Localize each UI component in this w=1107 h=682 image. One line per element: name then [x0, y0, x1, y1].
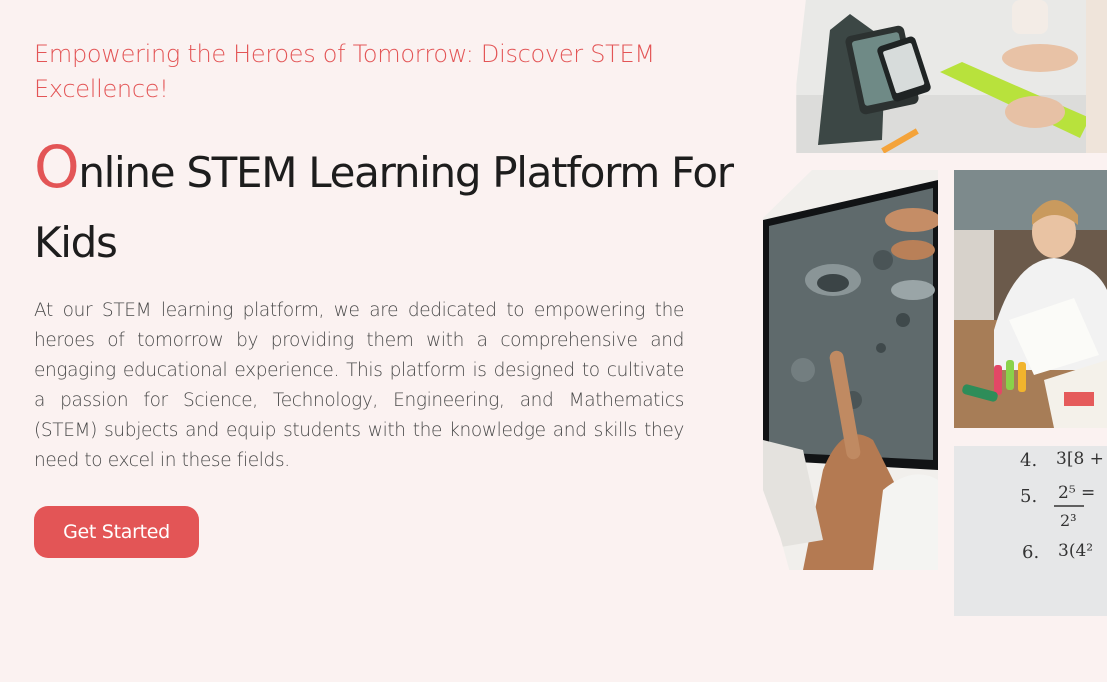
hero-section: Empowering the Heroes of Tomorrow: Disco… [0, 0, 1107, 682]
math-line-4-number: 4. [1020, 450, 1037, 471]
math-line-5-denominator: 2³ [1060, 511, 1077, 530]
heading-text: nline STEM Learning Platform For Kids [34, 148, 734, 267]
math-line-6-expr: 3(4² [1058, 541, 1093, 561]
get-started-button[interactable]: Get Started [34, 506, 199, 558]
math-line-5-number: 5. [1020, 486, 1037, 507]
moon-tablet-photo [763, 170, 938, 570]
boy-writing-photo [954, 170, 1107, 428]
math-line-4-expr: 3[8 + [1056, 449, 1104, 469]
math-line-5-expr: 2⁵ = [1058, 483, 1095, 503]
hero-heading: Online STEM Learning Platform For Kids [34, 138, 754, 278]
math-line-6-number: 6. [1022, 542, 1039, 563]
kids-tablet-photo [796, 0, 1107, 153]
math-whiteboard-photo: 4. 3[8 + 5. 2⁵ = 2³ 6. 3(4² [954, 446, 1107, 616]
hero-description: At our STEM learning platform, we are de… [34, 300, 684, 471]
hero-tagline: Empowering the Heroes of Tomorrow: Disco… [34, 40, 655, 103]
heading-first-letter: O [34, 133, 80, 201]
